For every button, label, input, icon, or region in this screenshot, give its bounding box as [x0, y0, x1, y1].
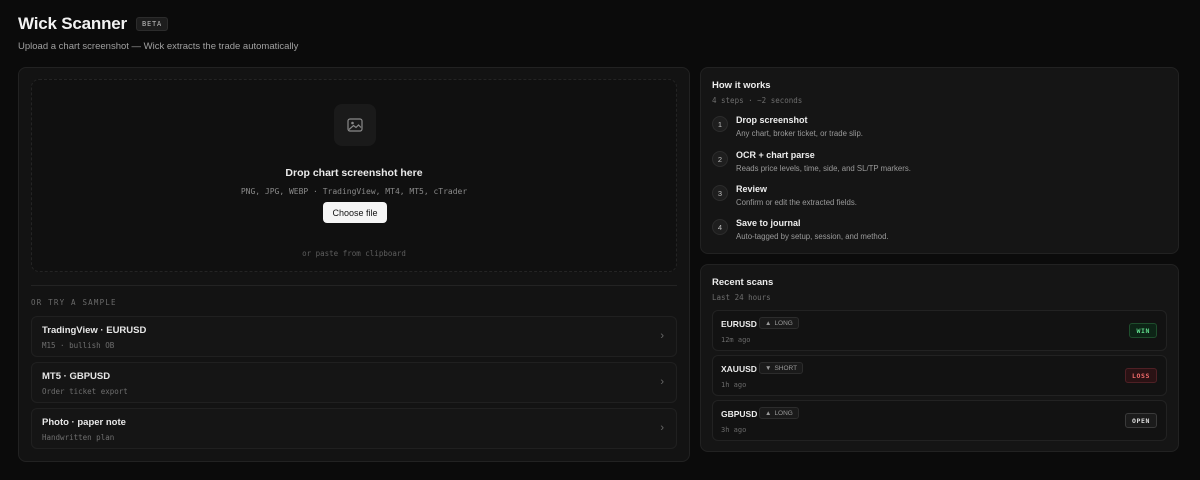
beta-badge: BETA: [135, 17, 169, 31]
scan-pair: EURUSD: [721, 319, 757, 329]
step-number: 2: [712, 151, 728, 167]
sample-name: TradingView · EURUSD: [42, 325, 147, 336]
step-title: OCR + chart parse: [736, 150, 815, 160]
scan-row-gbpusd[interactable]: GBPUSD ▲ LONG 3h ago OPEN: [712, 400, 1167, 441]
step-desc: Confirm or edit the extracted fields.: [736, 198, 857, 207]
image-icon: [334, 104, 376, 146]
chevron-right-icon: ›: [660, 376, 664, 388]
chevron-right-icon: ›: [660, 330, 664, 342]
side-label: LONG: [774, 409, 793, 417]
how-it-works-panel: How it works 4 steps · ~2 seconds 1 Drop…: [700, 67, 1179, 254]
side-label: SHORT: [774, 364, 798, 372]
arrow-up-icon: ▲: [765, 409, 772, 417]
result-badge: OPEN: [1124, 413, 1157, 428]
sample-desc: Order ticket export: [42, 387, 128, 396]
step-1: 1 Drop screenshot Any chart, broker tick…: [712, 115, 1162, 146]
step-desc: Reads price levels, time, side, and SL/T…: [736, 164, 911, 173]
choose-file-button[interactable]: Choose file: [323, 202, 387, 223]
step-2: 2 OCR + chart parse Reads price levels, …: [712, 150, 1162, 181]
step-title: Save to journal: [736, 218, 801, 228]
sample-name: MT5 · GBPUSD: [42, 371, 111, 382]
step-number: 4: [712, 219, 728, 235]
how-it-works-meta: 4 steps · ~2 seconds: [712, 96, 803, 105]
how-it-works-title: How it works: [712, 80, 771, 91]
step-title: Review: [736, 184, 768, 194]
samples-heading: OR TRY A SAMPLE: [31, 298, 117, 307]
scan-time: 1h ago: [721, 381, 747, 389]
step-3: 3 Review Confirm or edit the extracted f…: [712, 184, 1162, 215]
scan-row-xauusd[interactable]: XAUUSD ▼ SHORT 1h ago LOSS: [712, 355, 1167, 396]
upload-panel: Drop chart screenshot here PNG, JPG, WEB…: [18, 67, 690, 462]
result-badge: WIN: [1129, 323, 1157, 338]
divider: [31, 285, 677, 286]
step-desc: Auto-tagged by setup, session, and metho…: [736, 232, 889, 241]
dropzone[interactable]: Drop chart screenshot here PNG, JPG, WEB…: [31, 79, 677, 272]
step-desc: Any chart, broker ticket, or trade slip.: [736, 129, 863, 138]
page-title: Wick Scanner: [18, 14, 127, 33]
chevron-right-icon: ›: [660, 422, 664, 434]
side-chip: ▲ LONG: [759, 317, 799, 329]
dropzone-title: Drop chart screenshot here: [285, 167, 423, 179]
step-title: Drop screenshot: [736, 115, 808, 125]
page-header: Wick Scanner BETA Upload a chart screens…: [18, 14, 298, 52]
scan-time: 12m ago: [721, 336, 751, 344]
supported-formats: PNG, JPG, WEBP · TradingView, MT4, MT5, …: [240, 187, 468, 196]
sample-item-paper-note[interactable]: Photo · paper note Handwritten plan ›: [31, 408, 677, 449]
arrow-up-icon: ▲: [765, 319, 772, 327]
recent-scans-title: Recent scans: [712, 277, 774, 288]
recent-scans-meta: Last 24 hours: [712, 293, 771, 302]
step-4: 4 Save to journal Auto-tagged by setup, …: [712, 218, 1162, 249]
side-chip: ▲ LONG: [759, 407, 799, 419]
arrow-down-icon: ▼: [765, 364, 772, 372]
sample-desc: M15 · bullish OB: [42, 341, 115, 350]
sample-desc: Handwritten plan: [42, 433, 115, 442]
step-number: 3: [712, 185, 728, 201]
result-badge: LOSS: [1124, 368, 1157, 383]
page-subtitle: Upload a chart screenshot — Wick extract…: [18, 41, 299, 52]
sample-item-mt5[interactable]: MT5 · GBPUSD Order ticket export ›: [31, 362, 677, 403]
paste-hint: or paste from clipboard: [302, 249, 406, 258]
scan-time: 3h ago: [721, 426, 747, 434]
scan-row-eurusd[interactable]: EURUSD ▲ LONG 12m ago WIN: [712, 310, 1167, 351]
scan-pair: XAUUSD: [721, 364, 757, 374]
step-number: 1: [712, 116, 728, 132]
sample-item-tradingview[interactable]: TradingView · EURUSD M15 · bullish OB ›: [31, 316, 677, 357]
scan-pair: GBPUSD: [721, 409, 758, 419]
side-chip: ▼ SHORT: [759, 362, 804, 374]
sample-name: Photo · paper note: [42, 417, 126, 428]
side-label: LONG: [774, 319, 793, 327]
recent-scans-panel: Recent scans Last 24 hours EURUSD ▲ LONG…: [700, 264, 1179, 452]
